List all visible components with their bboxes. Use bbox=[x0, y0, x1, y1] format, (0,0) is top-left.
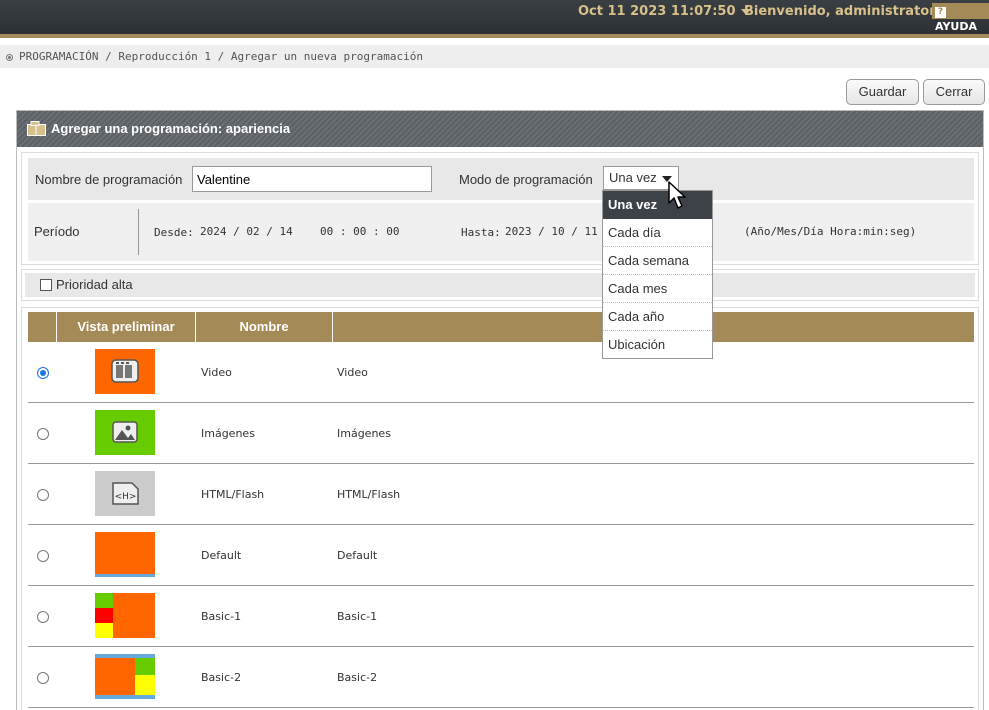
to-label: Hasta: bbox=[461, 226, 501, 239]
row-name: Basic-2 bbox=[337, 671, 378, 684]
divider bbox=[138, 209, 139, 255]
row-name: Video bbox=[337, 366, 368, 379]
row-name: HTML/Flash bbox=[337, 488, 401, 501]
schedule-form: Nombre de programación Modo de programac… bbox=[21, 152, 979, 265]
mouse-cursor-icon bbox=[668, 181, 686, 209]
row-type: Imágenes bbox=[201, 427, 255, 440]
layout-basic-1-thumbnail bbox=[95, 593, 155, 638]
row-name: Default bbox=[337, 549, 378, 562]
name-label: Nombre de programación bbox=[35, 172, 183, 187]
image-icon bbox=[95, 410, 155, 455]
priority-checkbox[interactable] bbox=[40, 279, 52, 291]
row-name: Imágenes bbox=[337, 427, 391, 440]
header-name: Nombre bbox=[195, 312, 332, 342]
option-weekly[interactable]: Cada semana bbox=[603, 247, 712, 275]
priority-label: Prioridad alta bbox=[56, 277, 133, 292]
option-monthly[interactable]: Cada mes bbox=[603, 275, 712, 303]
schedule-panel: Agregar una programación: apariencia Nom… bbox=[16, 110, 984, 710]
mode-select-value: Una vez bbox=[609, 170, 657, 185]
breadcrumb-text: PROGRAMACIÓN / Reproducción 1 / Agregar … bbox=[19, 50, 423, 63]
svg-text:<H>: <H> bbox=[115, 492, 137, 502]
user-menu[interactable]: Bienvenido, administrator bbox=[744, 4, 951, 19]
save-button[interactable]: Guardar bbox=[846, 79, 919, 105]
panel-title: Agregar una programación: apariencia bbox=[51, 121, 291, 136]
row-type: Basic-2 bbox=[201, 671, 242, 684]
option-yearly[interactable]: Cada año bbox=[603, 303, 712, 331]
table-row[interactable]: <H> HTML/Flash HTML/Flash bbox=[28, 464, 974, 525]
welcome-text: Bienvenido, administrator bbox=[744, 4, 936, 19]
row-radio[interactable] bbox=[37, 489, 49, 501]
layout-table: Vista preliminar Nombre Video Video Imág… bbox=[21, 307, 979, 710]
format-hint: (Año/Mes/Día Hora:min:seg) bbox=[744, 225, 917, 238]
layout-default-thumbnail bbox=[95, 532, 155, 577]
row-name: Basic-1 bbox=[337, 610, 378, 623]
row-radio[interactable] bbox=[37, 367, 49, 379]
row-type: Default bbox=[201, 549, 242, 562]
help-label: AYUDA bbox=[935, 20, 978, 33]
question-icon: ? bbox=[935, 7, 946, 18]
row-type: Video bbox=[201, 366, 232, 379]
row-radio[interactable] bbox=[37, 611, 49, 623]
html-icon: <H> bbox=[95, 471, 155, 516]
layout-basic-2-thumbnail bbox=[95, 654, 155, 699]
table-row[interactable]: Basic-1 Basic-1 bbox=[28, 586, 974, 647]
layout-icon bbox=[27, 121, 46, 136]
datetime-menu[interactable]: Oct 11 2023 11:07:50 bbox=[578, 4, 751, 19]
top-bar: Oct 11 2023 11:07:50 Bienvenido, adminis… bbox=[0, 0, 989, 38]
table-row[interactable]: Default Default bbox=[28, 525, 974, 586]
priority-box: Prioridad alta bbox=[21, 269, 979, 301]
from-time-input[interactable]: 00 : 00 : 00 bbox=[320, 225, 399, 238]
table-header: Vista preliminar Nombre bbox=[28, 312, 974, 342]
mode-label: Modo de programación bbox=[459, 172, 593, 187]
video-icon bbox=[95, 349, 155, 394]
header-preview: Vista preliminar bbox=[56, 312, 195, 342]
close-button[interactable]: Cerrar bbox=[923, 79, 985, 105]
bullet-icon bbox=[6, 53, 13, 61]
row-type: Basic-1 bbox=[201, 610, 242, 623]
row-radio[interactable] bbox=[37, 550, 49, 562]
option-daily[interactable]: Cada día bbox=[603, 219, 712, 247]
breadcrumb: PROGRAMACIÓN / Reproducción 1 / Agregar … bbox=[0, 45, 989, 68]
option-once[interactable]: Una vez bbox=[603, 191, 712, 219]
mode-dropdown-list: Una vez Cada día Cada semana Cada mes Ca… bbox=[602, 190, 713, 359]
name-row: Nombre de programación Modo de programac… bbox=[28, 158, 974, 200]
panel-header: Agregar una programación: apariencia bbox=[17, 111, 983, 147]
row-radio[interactable] bbox=[37, 428, 49, 440]
table-row[interactable]: Basic-2 Basic-2 bbox=[28, 647, 974, 708]
from-date-input[interactable]: 2024 / 02 / 14 bbox=[200, 225, 293, 238]
datetime-text: Oct 11 2023 11:07:50 bbox=[578, 4, 736, 19]
help-button[interactable]: ? AYUDA bbox=[932, 3, 989, 33]
option-location[interactable]: Ubicación bbox=[603, 331, 712, 359]
priority-row: Prioridad alta bbox=[25, 273, 975, 297]
row-type: HTML/Flash bbox=[201, 488, 265, 501]
row-radio[interactable] bbox=[37, 672, 49, 684]
name-input[interactable] bbox=[192, 166, 432, 192]
table-row[interactable]: Video Video bbox=[28, 342, 974, 403]
table-row[interactable]: Imágenes Imágenes bbox=[28, 403, 974, 464]
period-row: Período Desde: 2024 / 02 / 14 00 : 00 : … bbox=[28, 203, 974, 261]
period-label: Período bbox=[34, 224, 80, 239]
from-label: Desde: bbox=[154, 226, 194, 239]
to-date-input[interactable]: 2023 / 10 / 11 bbox=[505, 225, 598, 238]
